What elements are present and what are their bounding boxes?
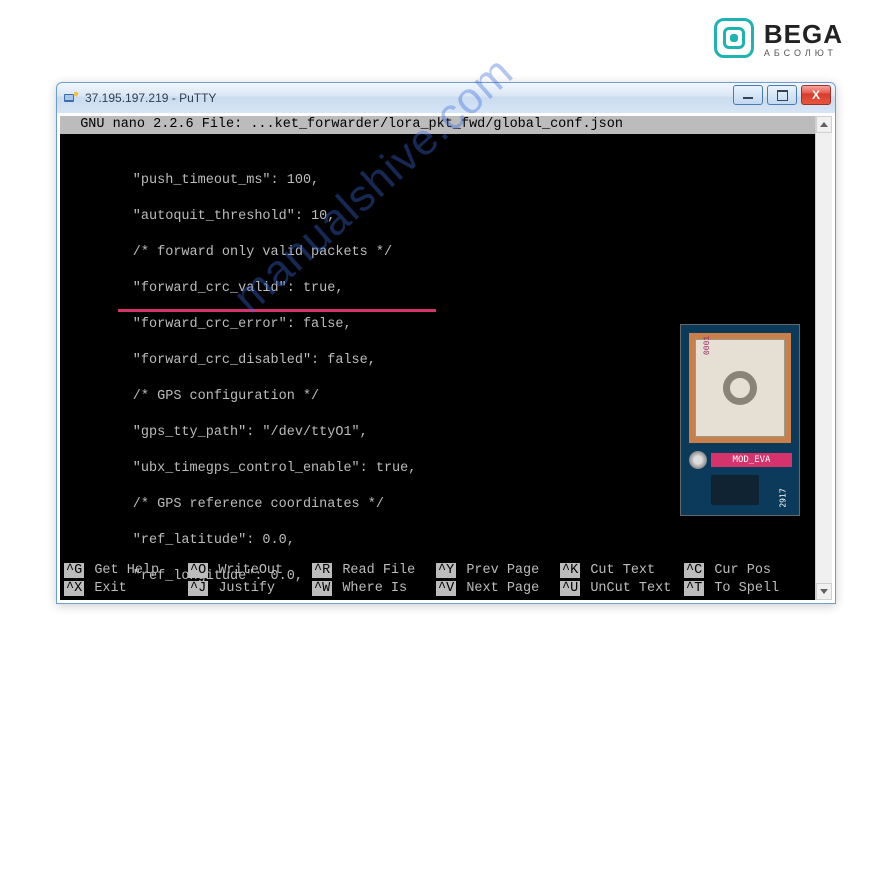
terminal[interactable]: GNU nano 2.2.6 File: ...ket_forwarder/lo… [60, 116, 832, 600]
putty-window: 37.195.197.219 - PuTTY X GNU nano 2.2.6 … [56, 82, 836, 604]
nano-key: ^Y [436, 563, 456, 578]
terminal-scrollbar[interactable] [815, 116, 832, 600]
nano-label: UnCut Text [590, 581, 671, 596]
term-line: "forward_crc_valid": true, [60, 280, 832, 298]
nano-header: GNU nano 2.2.6 File: ...ket_forwarder/lo… [60, 116, 832, 134]
nano-label: Cut Text [590, 563, 655, 578]
gps-module-image: 0001 MOD_EVA 2917 [680, 324, 800, 516]
nano-key: ^O [188, 563, 208, 578]
nano-key: ^V [436, 581, 456, 596]
nano-label: Prev Page [466, 563, 539, 578]
nano-key: ^W [312, 581, 332, 596]
minimize-button[interactable] [733, 85, 763, 105]
window-title: 37.195.197.219 - PuTTY [85, 91, 216, 105]
nano-key: ^J [188, 581, 208, 596]
putty-icon [63, 90, 79, 106]
close-button[interactable]: X [801, 85, 831, 105]
nano-key: ^R [312, 563, 332, 578]
window-titlebar[interactable]: 37.195.197.219 - PuTTY X [57, 83, 835, 113]
nano-key: ^X [64, 581, 84, 596]
nano-label: WriteOut [218, 563, 283, 578]
nano-label: Read File [342, 563, 415, 578]
nano-key: ^C [684, 563, 704, 578]
nano-label: Next Page [466, 581, 539, 596]
nano-label: To Spell [714, 581, 779, 596]
nano-key: ^K [560, 563, 580, 578]
nano-footer: ^G Get Help ^O WriteOut ^R Read File ^Y … [60, 562, 832, 598]
nano-label: Where Is [342, 581, 407, 596]
brand-logo: BEGA АБСОЛЮТ [714, 18, 843, 58]
brand-subtitle: АБСОЛЮТ [764, 48, 843, 58]
scroll-down-button[interactable] [816, 583, 832, 600]
nano-label: Cur Pos [714, 563, 771, 578]
maximize-button[interactable] [767, 85, 797, 105]
nano-label: Get Help [94, 563, 159, 578]
brand-name: BEGA [764, 19, 843, 50]
term-line: "autoquit_threshold": 10, [60, 208, 832, 226]
term-line: "push_timeout_ms": 100, [60, 172, 832, 190]
gps-number: 2917 [774, 488, 792, 507]
term-line: /* forward only valid packets */ [60, 244, 832, 262]
term-line: "ref_latitude": 0.0, [60, 532, 832, 550]
scroll-up-button[interactable] [816, 116, 832, 133]
nano-label: Justify [218, 581, 275, 596]
brand-logo-icon [714, 18, 754, 58]
gps-antenna-label: 0001 [699, 336, 717, 355]
gps-strip-label: MOD_EVA [711, 453, 792, 467]
nano-key: ^T [684, 581, 704, 596]
nano-key: ^U [560, 581, 580, 596]
nano-key: ^G [64, 563, 84, 578]
nano-label: Exit [94, 581, 126, 596]
